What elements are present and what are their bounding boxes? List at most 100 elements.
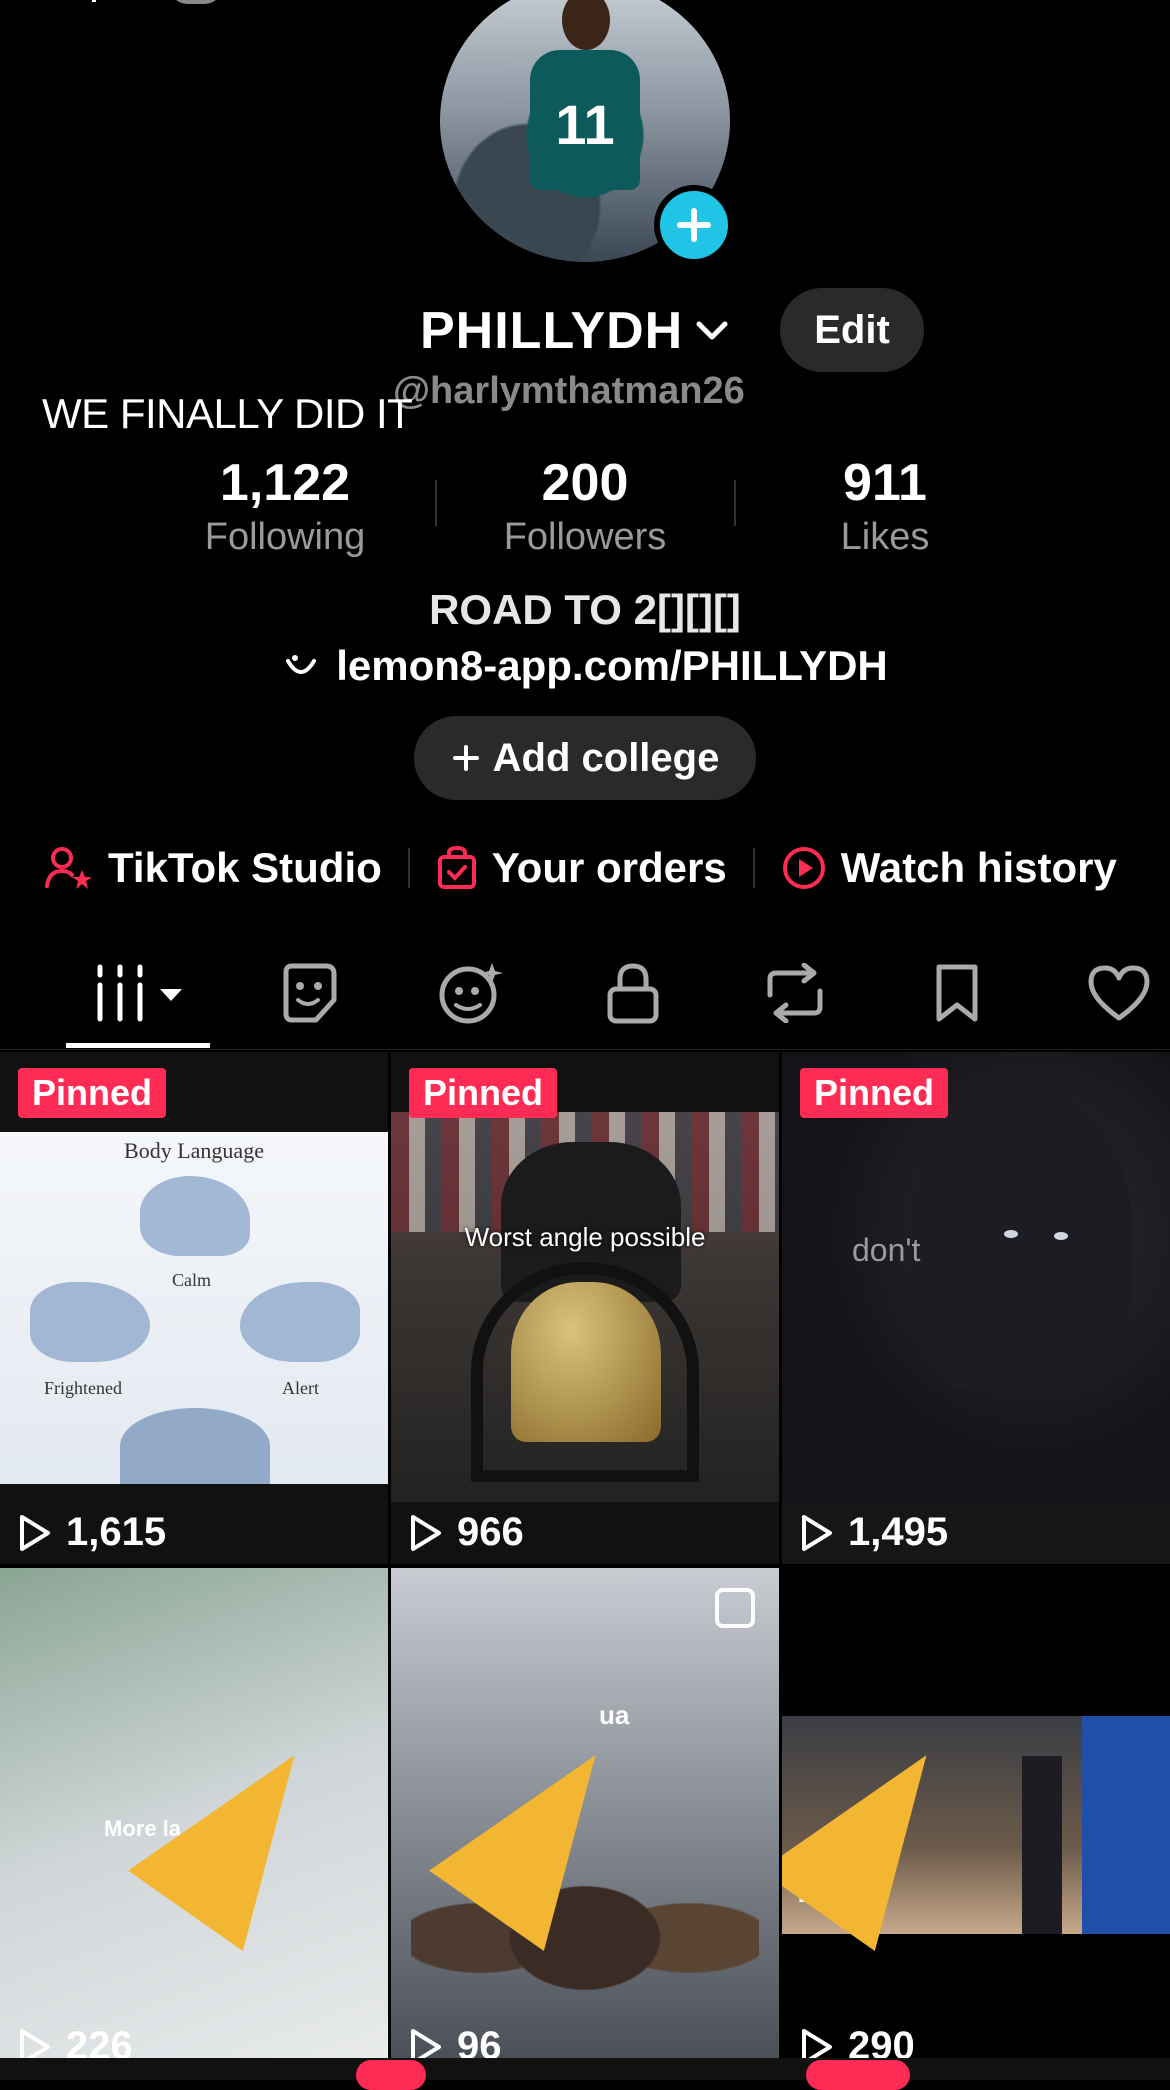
eye-shape: [1054, 1232, 1068, 1240]
view-count: 226: [18, 2024, 133, 2058]
username-handle: @harlymthatman26: [393, 370, 745, 412]
video-thumbnail[interactable]: More la 226: [0, 1568, 388, 2058]
thumbnail-image: Worst angle possible: [391, 1112, 779, 1502]
quick-link-separator: [407, 848, 410, 888]
add-avatar-button[interactable]: [654, 185, 734, 265]
thumbnail-caption: Body Language: [124, 1138, 264, 1163]
tab-stickers[interactable]: [274, 958, 344, 1028]
graduate-shape: [1022, 1756, 1062, 1934]
add-college-button[interactable]: Add college: [414, 716, 756, 800]
confetti-cone: [782, 1715, 984, 1951]
quick-links-row: TikTok Studio Your orders Watch history: [44, 838, 1117, 898]
party-popper-icon: [429, 1678, 661, 1951]
bio-link-text: lemon8-app.com/PHILLYDH: [336, 642, 888, 689]
bottom-nav-bar: [0, 2058, 1170, 2080]
your-orders-link[interactable]: Your orders: [436, 844, 727, 892]
stat-likes[interactable]: 911 Likes: [760, 452, 1010, 560]
dark-figure: [912, 1092, 1132, 1392]
following-label: Following: [204, 516, 366, 558]
tiktok-studio-link[interactable]: TikTok Studio: [44, 844, 382, 892]
stat-following[interactable]: 1,122 Following: [160, 452, 410, 560]
video-thumbnail[interactable]: Worst angle possible Pinned 966: [391, 1052, 779, 1564]
video-thumbnail[interactable]: ua 96: [391, 1568, 779, 2058]
tab-liked[interactable]: [1084, 958, 1154, 1028]
avatar-jersey: 11: [530, 50, 640, 190]
view-count: 966: [409, 1510, 524, 1555]
party-popper-icon: [128, 1678, 360, 1951]
play-icon: [802, 2028, 832, 2058]
video-thumbnail[interactable]: BROOK 290: [782, 1568, 1170, 2058]
tab-ai-self[interactable]: [436, 958, 506, 1028]
edit-profile-button[interactable]: Edit: [780, 288, 924, 372]
view-count: 96: [409, 2024, 502, 2058]
view-count: 1,495: [800, 1510, 948, 1555]
tab-favorites[interactable]: [922, 958, 992, 1028]
eye-shape: [1004, 1230, 1018, 1238]
play-icon: [802, 1514, 832, 1551]
horse-drawing: [120, 1408, 270, 1484]
horse-drawing: [140, 1176, 250, 1256]
stat-followers[interactable]: 200 Followers: [460, 452, 710, 560]
overlay-caption: WE FINALLY DID IT: [42, 390, 413, 437]
thumbnail-caption: Worst angle possible: [464, 1222, 706, 1252]
tiktok-studio-label: TikTok Studio: [108, 844, 382, 891]
grid-icon: [97, 964, 182, 1022]
play-icon: [411, 1514, 441, 1551]
thumbnail-label: Frightened: [44, 1378, 122, 1398]
user-star-icon: [45, 847, 92, 889]
tab-reposts[interactable]: [760, 958, 830, 1028]
following-count: 1,122: [219, 454, 351, 512]
your-orders-label: Your orders: [491, 844, 727, 891]
horse-drawing: [240, 1282, 360, 1362]
repost-icon: [767, 963, 823, 1023]
followers-label: Followers: [503, 516, 667, 558]
view-count-value: 1,495: [848, 1510, 949, 1554]
pinned-badge: Pinned: [409, 1068, 558, 1118]
view-count-value: 226: [66, 2024, 133, 2058]
confetti-cone: [128, 1715, 352, 1951]
thumbnail-image: Body Language Calm Frightened Alert: [0, 1132, 388, 1484]
video-thumbnail[interactable]: Body Language Calm Frightened Alert Pinn…: [0, 1052, 388, 1564]
bell-frame: [471, 1262, 699, 1482]
watch-history-link[interactable]: Watch history: [781, 844, 1117, 892]
thumbnail-image: don't: [782, 1052, 1170, 1504]
likes-label: Likes: [840, 516, 930, 558]
view-count: 1,615: [18, 1510, 166, 1555]
notification-badge: [356, 2060, 426, 2090]
tab-videos[interactable]: [92, 958, 192, 1028]
watch-history-label: Watch history: [840, 844, 1117, 891]
thumbnail-caption: don't: [852, 1232, 921, 1268]
video-thumbnail[interactable]: don't Pinned 1,495: [782, 1052, 1170, 1564]
status-dot: [92, 0, 96, 2]
tab-private[interactable]: [598, 958, 668, 1028]
play-icon: [20, 1514, 50, 1551]
quick-link-separator: [752, 848, 755, 888]
avatar-small-icon: [168, 0, 224, 4]
display-name: PHILLYDH: [420, 302, 684, 360]
likes-count: 911: [843, 454, 927, 512]
view-count-value: 966: [457, 1510, 524, 1554]
thumbnail-label: Calm: [172, 1270, 211, 1290]
graduate-shape: [1082, 1716, 1170, 1934]
heart-icon: [1088, 965, 1150, 1021]
followers-count: 200: [541, 454, 629, 512]
view-count-value: 1,615: [66, 1510, 167, 1554]
shopping-bag-icon: [437, 845, 476, 889]
stat-divider: [734, 480, 736, 526]
profile-tabs: [0, 940, 1170, 1050]
view-count-value: 96: [457, 2024, 502, 2058]
stat-divider: [435, 480, 437, 526]
play-circle-icon: [782, 847, 825, 889]
chevron-down-icon: [696, 321, 728, 340]
add-college-label: Add college: [492, 735, 720, 780]
thumbnail-label: Alert: [282, 1378, 319, 1398]
multi-photo-icon: [715, 1588, 755, 1628]
sticker-icon: [283, 963, 337, 1023]
bio-link[interactable]: lemon8-app.com/PHILLYDH: [0, 642, 1170, 690]
lemon8-icon: [286, 655, 317, 674]
view-count-value: 290: [848, 2024, 915, 2058]
play-icon: [20, 2028, 50, 2058]
play-icon: [411, 2028, 441, 2058]
profile-name-row[interactable]: PHILLYDH: [420, 296, 729, 366]
pinned-badge: Pinned: [18, 1068, 167, 1118]
